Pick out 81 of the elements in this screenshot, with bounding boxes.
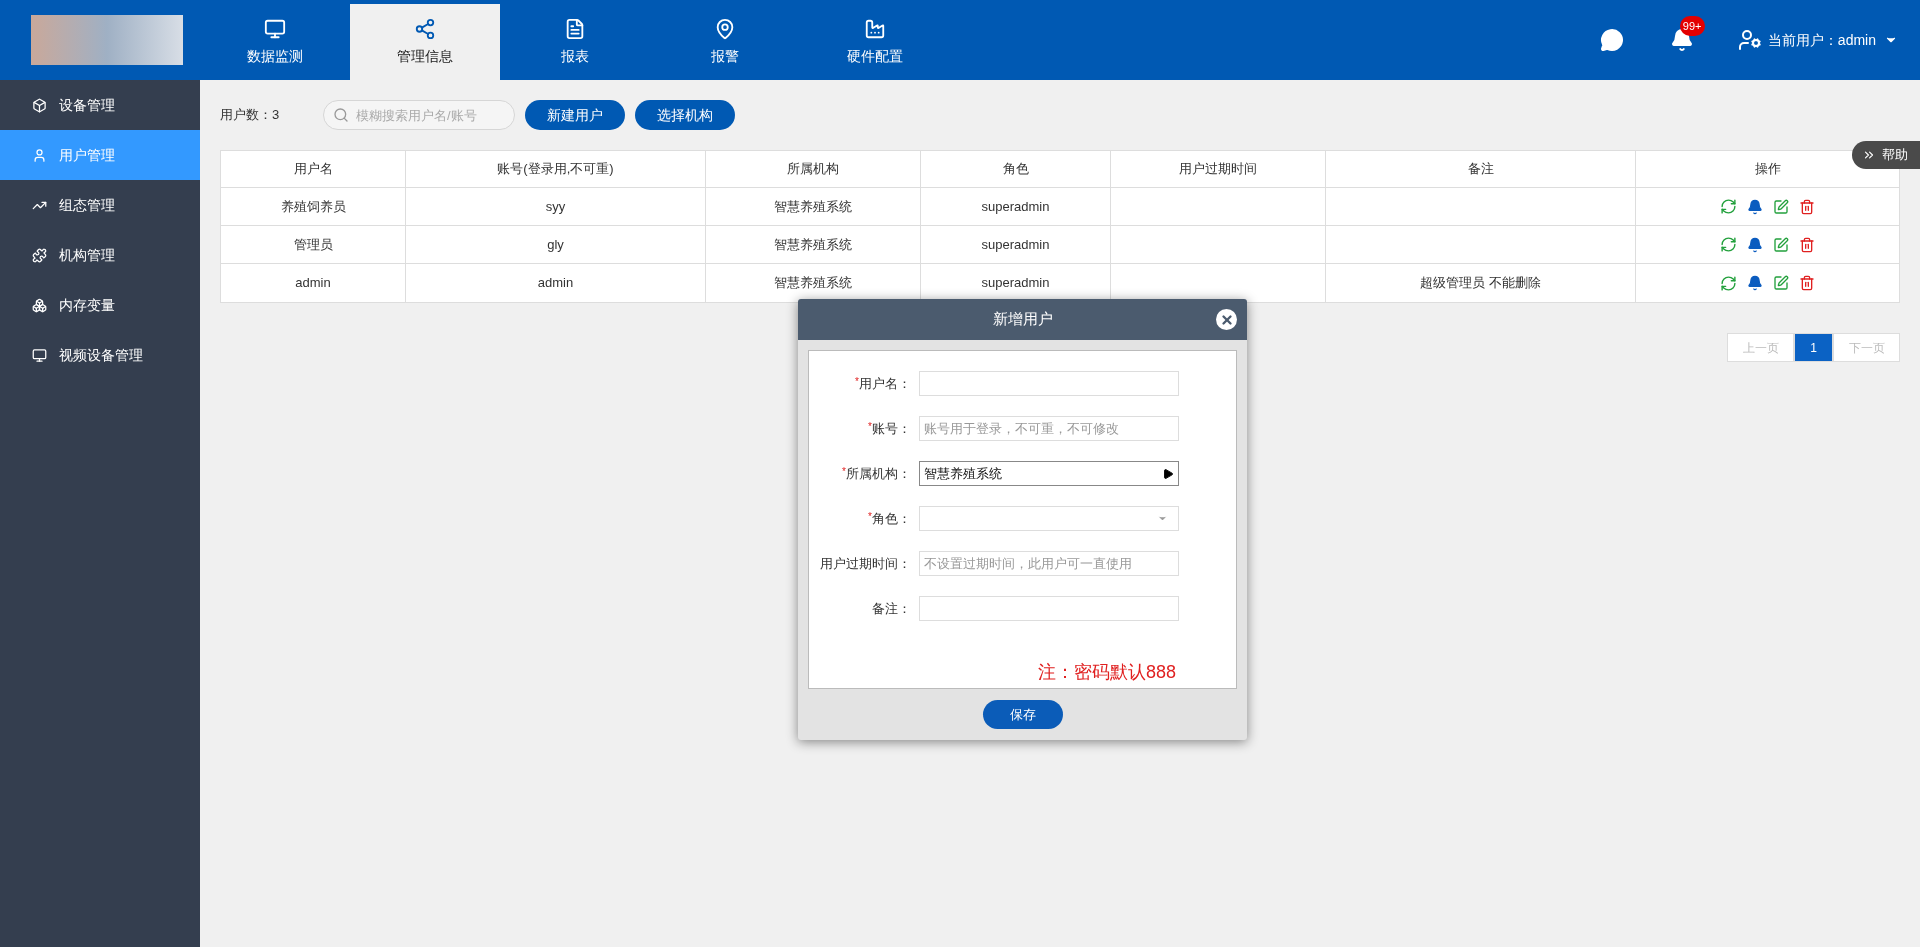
dialog-title: 新增用户 <box>992 309 1053 330</box>
input-field[interactable]: 账号用于登录，不可重，不可修改 <box>919 416 1179 441</box>
column-header: 账号(登录用,不可重) <box>497 160 614 179</box>
column-header: 角色 <box>1002 160 1029 179</box>
table-cell-text: 智慧养殖系统 <box>774 197 852 216</box>
page-button[interactable]: 1 <box>1794 333 1833 362</box>
table-cell-text: gly <box>547 235 564 254</box>
field-label: *角色： <box>868 509 911 528</box>
edit-icon[interactable] <box>1773 198 1789 215</box>
column-header: 用户过期时间 <box>1179 160 1257 179</box>
cube-icon <box>32 97 47 113</box>
user-icon <box>32 147 47 163</box>
bell-icon[interactable] <box>1747 198 1763 215</box>
refresh-icon[interactable] <box>1720 274 1737 292</box>
search-field[interactable]: 模糊搜索用户名/账号 <box>323 100 515 130</box>
bell-icon[interactable] <box>1747 236 1763 253</box>
column-header: 用户名 <box>293 160 333 179</box>
field-label: 用户过期时间： <box>820 554 911 573</box>
sidebar-item[interactable]: 视频设备管理 <box>0 330 200 380</box>
table-cell-text: 超级管理员 不能删除 <box>1420 274 1541 293</box>
refresh-icon[interactable] <box>1720 236 1737 253</box>
share-icon <box>414 17 436 40</box>
nav-tab[interactable]: 硬件配置 <box>800 4 950 80</box>
table-cell-text: 智慧养殖系统 <box>774 274 852 293</box>
search-icon <box>333 107 349 123</box>
table-cell-text: superadmin <box>981 274 1050 293</box>
edit-icon[interactable] <box>1773 236 1789 253</box>
user-count: 用户数：3 <box>220 106 281 125</box>
boxes-icon <box>32 297 47 313</box>
nav-tab[interactable]: 报警 <box>650 4 800 80</box>
input-field[interactable] <box>919 596 1179 621</box>
table-cell-text: 养殖饲养员 <box>280 197 346 216</box>
document-icon <box>564 17 586 40</box>
notification-badge: 99+ <box>1679 16 1705 36</box>
input-field[interactable] <box>919 371 1179 396</box>
puzzle-icon <box>32 247 47 263</box>
field-label: 备注： <box>872 599 911 618</box>
field-label: *用户名： <box>855 374 911 393</box>
organization-select[interactable]: 智慧养殖系统 <box>919 461 1179 486</box>
edit-icon[interactable] <box>1773 275 1789 291</box>
table-cell-text: admin <box>537 274 574 293</box>
monitor-icon <box>32 347 47 363</box>
close-button[interactable] <box>1216 309 1237 330</box>
bell-icon[interactable] <box>1747 275 1763 291</box>
sidebar-item[interactable]: 内存变量 <box>0 280 200 330</box>
play-arrow-icon <box>1162 467 1174 480</box>
delete-icon[interactable] <box>1799 198 1815 215</box>
double-chevron-icon <box>1862 148 1876 162</box>
sidebar-item[interactable]: 设备管理 <box>0 80 200 130</box>
table-cell-text: superadmin <box>981 197 1050 216</box>
sidebar-item[interactable]: 组态管理 <box>0 180 200 230</box>
table-cell-text: 管理员 <box>293 235 333 254</box>
close-icon <box>1219 312 1234 327</box>
help-tab[interactable]: 帮助 <box>1852 141 1920 169</box>
column-header: 备注 <box>1467 160 1494 179</box>
table-cell-text: syy <box>545 197 566 216</box>
nav-tab[interactable]: 报表 <box>500 4 650 80</box>
monitor-icon <box>264 17 286 40</box>
table-cell-text: 智慧养殖系统 <box>774 235 852 254</box>
chat-icon[interactable] <box>1599 28 1624 52</box>
current-user-menu[interactable]: 当前用户：admin <box>1767 29 1898 51</box>
nav-tab[interactable]: 数据监测 <box>200 4 350 80</box>
field-label: *所属机构： <box>842 464 911 483</box>
toolbar-button[interactable]: 新建用户 <box>525 100 625 130</box>
delete-icon[interactable] <box>1799 275 1815 291</box>
field-label: *账号： <box>868 419 911 438</box>
user-settings-icon <box>1737 28 1762 52</box>
column-header: 操作 <box>1754 160 1781 179</box>
refresh-icon[interactable] <box>1720 198 1737 215</box>
delete-icon[interactable] <box>1799 236 1815 253</box>
notification-bell-icon[interactable] <box>1669 28 1694 52</box>
toolbar-button[interactable]: 选择机构 <box>635 100 735 130</box>
table-cell-text: admin <box>295 274 331 293</box>
sidebar-item[interactable]: 机构管理 <box>0 230 200 280</box>
map-pin-icon <box>714 17 736 40</box>
save-button[interactable]: 保存 <box>982 700 1063 729</box>
table-cell-text: superadmin <box>981 235 1050 254</box>
password-note: 注：密码默认888 <box>1037 661 1176 684</box>
factory-icon <box>864 17 886 40</box>
column-header: 所属机构 <box>787 160 839 179</box>
nav-tab[interactable]: 管理信息 <box>350 4 500 80</box>
